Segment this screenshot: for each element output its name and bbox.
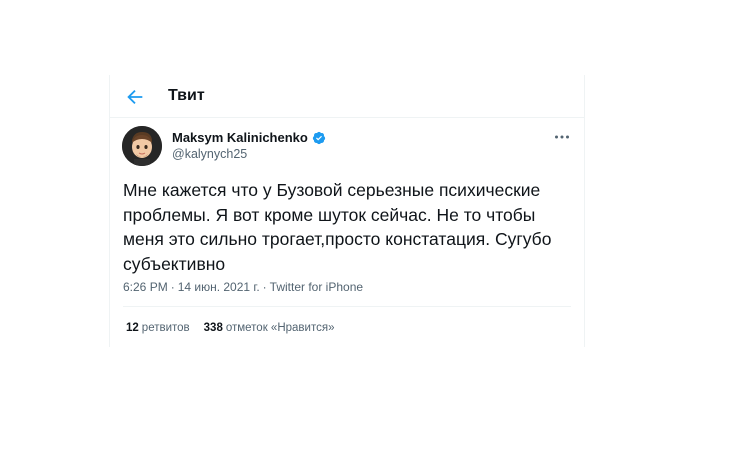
avatar[interactable] [122,126,162,166]
meta-separator: · [262,280,267,294]
retweets-stat[interactable]: 12 ретвитов [126,322,190,334]
tweet-stats: 12 ретвитов 338 отметок «Нравится» [126,322,334,334]
author-name[interactable]: Maksym Kalinichenko [172,130,308,145]
author-name-row: Maksym Kalinichenko [172,130,326,145]
retweets-count: 12 [126,322,139,334]
more-horizontal-icon[interactable] [553,130,571,144]
page-header: Твит [110,75,584,118]
tweet-card: Твит Maksym Kalinichenko @kalynych25 Мне… [109,75,585,347]
author-handle[interactable]: @kalynych25 [172,147,247,161]
tweet-text: Мне кажется что у Бузовой серьезные псих… [123,180,552,274]
tweet-source[interactable]: Twitter for iPhone [270,280,363,294]
retweets-label: ретвитов [141,322,190,334]
divider [123,306,571,307]
likes-label: отметок «Нравится» [225,322,335,334]
verified-badge-icon [312,131,325,144]
page-title: Твит [168,87,205,104]
arrow-left-icon[interactable] [124,86,146,108]
meta-separator: · [170,280,175,294]
likes-count: 338 [203,322,223,334]
tweet-time[interactable]: 6:26 PM [123,280,168,294]
tweet-meta: 6:26 PM · 14 июн. 2021 г. · Twitter for … [123,280,363,294]
tweet-date[interactable]: 14 июн. 2021 г. [178,280,260,294]
likes-stat[interactable]: 338 отметок «Нравится» [204,322,335,334]
